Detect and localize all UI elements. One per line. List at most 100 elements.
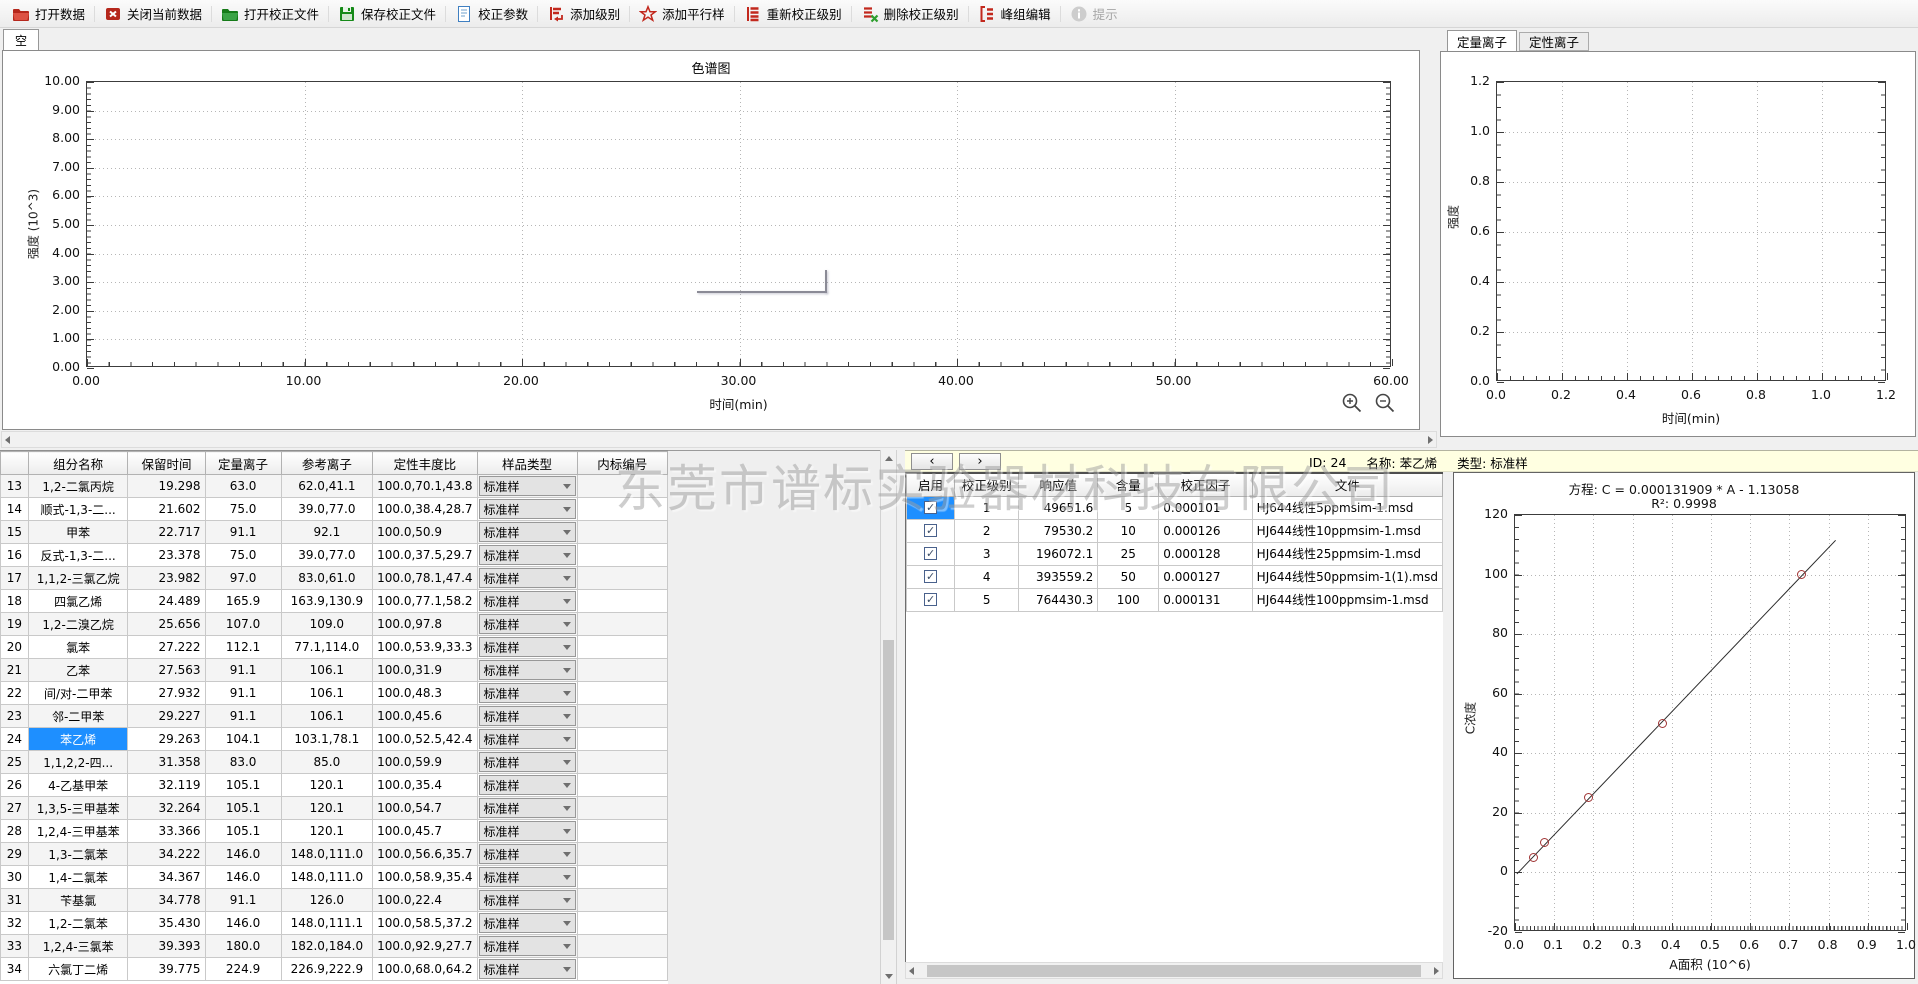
cell-row-number[interactable]: 19 bbox=[1, 613, 29, 636]
cell-amount[interactable]: 100 bbox=[1098, 588, 1159, 611]
cell-retention-time[interactable]: 29.263 bbox=[128, 728, 205, 751]
cell-component-name[interactable]: 四氯乙烯 bbox=[28, 590, 128, 613]
cell-component-name[interactable]: 1,2,4-三甲基苯 bbox=[28, 820, 128, 843]
cell-quant-ion[interactable]: 146.0 bbox=[205, 912, 281, 935]
scrollbar-thumb[interactable] bbox=[927, 965, 1421, 977]
cell-reference-ions[interactable]: 106.1 bbox=[281, 705, 373, 728]
cell-response[interactable]: 79530.2 bbox=[1019, 519, 1098, 542]
cell-factor[interactable]: 0.000127 bbox=[1159, 565, 1252, 588]
sample-type-select[interactable]: 标准样 bbox=[479, 683, 576, 703]
level-enabled-checkbox[interactable]: ✓ bbox=[924, 524, 937, 537]
cell-retention-time[interactable]: 27.563 bbox=[128, 659, 205, 682]
cell-level[interactable]: 2 bbox=[955, 519, 1019, 542]
cell-reference-ions[interactable]: 148.0,111.1 bbox=[281, 912, 373, 935]
sample-type-select[interactable]: 标准样 bbox=[479, 522, 576, 542]
calibration-point-2[interactable] bbox=[1540, 838, 1549, 847]
cell-component-name[interactable]: 1,1,2-三氯乙烷 bbox=[28, 567, 128, 590]
cell-abundance-ratio[interactable]: 100.0,35.4 bbox=[373, 774, 477, 797]
cell-file[interactable]: HJ644线性100ppmsim-1.msd bbox=[1252, 588, 1442, 611]
cell-retention-time[interactable]: 29.227 bbox=[128, 705, 205, 728]
cell-component-name[interactable]: 邻-二甲苯 bbox=[28, 705, 128, 728]
sample-type-select[interactable]: 标准样 bbox=[479, 959, 576, 979]
cell-file[interactable]: HJ644线性50ppmsim-1(1).msd bbox=[1252, 565, 1442, 588]
cell-reference-ions[interactable]: 103.1,78.1 bbox=[281, 728, 373, 751]
cell-level[interactable]: 3 bbox=[955, 542, 1019, 565]
calibration-plot[interactable] bbox=[1514, 514, 1906, 931]
cell-row-number[interactable]: 15 bbox=[1, 521, 29, 544]
cell-internal-standard[interactable] bbox=[577, 958, 668, 981]
cell-component-name[interactable]: 1,2-二氯苯 bbox=[28, 912, 128, 935]
cell-row-number[interactable]: 25 bbox=[1, 751, 29, 774]
cell-factor[interactable]: 0.000128 bbox=[1159, 542, 1252, 565]
calibration-point-1[interactable] bbox=[1529, 853, 1538, 862]
cell-abundance-ratio[interactable]: 100.0,68.0,64.2 bbox=[373, 958, 477, 981]
cell-row-number[interactable]: 31 bbox=[1, 889, 29, 912]
cell-reference-ions[interactable]: 120.1 bbox=[281, 774, 373, 797]
cell-abundance-ratio[interactable]: 100.0,45.6 bbox=[373, 705, 477, 728]
cell-internal-standard[interactable] bbox=[577, 521, 668, 544]
toolbar-button-添加级别[interactable]: 添加级别 bbox=[539, 2, 628, 26]
cell-abundance-ratio[interactable]: 100.0,48.3 bbox=[373, 682, 477, 705]
scroll-left-icon[interactable] bbox=[5, 436, 10, 444]
cell-abundance-ratio[interactable]: 100.0,97.8 bbox=[373, 613, 477, 636]
cell-component-name[interactable]: 1,3-二氯苯 bbox=[28, 843, 128, 866]
chromatogram-plot[interactable] bbox=[86, 81, 1391, 367]
cell-quant-ion[interactable]: 91.1 bbox=[205, 659, 281, 682]
tab-quantitative-ion[interactable]: 定量离子 bbox=[1447, 30, 1517, 51]
cell-internal-standard[interactable] bbox=[577, 544, 668, 567]
scroll-right-icon[interactable] bbox=[1434, 967, 1439, 975]
cell-file[interactable]: HJ644线性5ppmsim-1.msd bbox=[1252, 496, 1442, 519]
cell-reference-ions[interactable]: 163.9,130.9 bbox=[281, 590, 373, 613]
cell-abundance-ratio[interactable]: 100.0,22.4 bbox=[373, 889, 477, 912]
cell-internal-standard[interactable] bbox=[577, 797, 668, 820]
cell-row-number[interactable]: 14 bbox=[1, 498, 29, 521]
cell-abundance-ratio[interactable]: 100.0,77.1,58.2 bbox=[373, 590, 477, 613]
cell-row-number[interactable]: 20 bbox=[1, 636, 29, 659]
sample-type-select[interactable]: 标准样 bbox=[479, 499, 576, 519]
cell-quant-ion[interactable]: 105.1 bbox=[205, 774, 281, 797]
cell-component-name[interactable]: 1,2-二溴乙烷 bbox=[28, 613, 128, 636]
cell-factor[interactable]: 0.000131 bbox=[1159, 588, 1252, 611]
sample-type-select[interactable]: 标准样 bbox=[479, 821, 576, 841]
calibration-point-4[interactable] bbox=[1658, 719, 1667, 728]
scroll-up-icon[interactable] bbox=[885, 456, 893, 461]
cell-abundance-ratio[interactable]: 100.0,31.9 bbox=[373, 659, 477, 682]
cell-internal-standard[interactable] bbox=[577, 705, 668, 728]
cell-component-name[interactable]: 1,3,5-三甲基苯 bbox=[28, 797, 128, 820]
cell-reference-ions[interactable]: 182.0,184.0 bbox=[281, 935, 373, 958]
prev-level-button[interactable]: ‹ bbox=[911, 453, 953, 470]
cell-row-number[interactable]: 24 bbox=[1, 728, 29, 751]
cell-internal-standard[interactable] bbox=[577, 843, 668, 866]
sample-type-select[interactable]: 标准样 bbox=[479, 545, 576, 565]
cell-quant-ion[interactable]: 75.0 bbox=[205, 498, 281, 521]
cell-row-number[interactable]: 16 bbox=[1, 544, 29, 567]
cell-quant-ion[interactable]: 105.1 bbox=[205, 797, 281, 820]
cell-reference-ions[interactable]: 39.0,77.0 bbox=[281, 498, 373, 521]
cell-reference-ions[interactable]: 106.1 bbox=[281, 659, 373, 682]
scroll-left-icon[interactable] bbox=[909, 967, 914, 975]
cell-reference-ions[interactable]: 109.0 bbox=[281, 613, 373, 636]
cell-internal-standard[interactable] bbox=[577, 774, 668, 797]
cell-reference-ions[interactable]: 148.0,111.0 bbox=[281, 843, 373, 866]
cell-level[interactable]: 5 bbox=[955, 588, 1019, 611]
cell-abundance-ratio[interactable]: 100.0,78.1,47.4 bbox=[373, 567, 477, 590]
cell-reference-ions[interactable]: 39.0,77.0 bbox=[281, 544, 373, 567]
level-enabled-checkbox[interactable]: ✓ bbox=[924, 570, 937, 583]
component-table-vertical-scrollbar[interactable] bbox=[880, 450, 897, 984]
cell-internal-standard[interactable] bbox=[577, 475, 668, 498]
cell-internal-standard[interactable] bbox=[577, 682, 668, 705]
sample-type-select[interactable]: 标准样 bbox=[479, 660, 576, 680]
cell-reference-ions[interactable]: 226.9,222.9 bbox=[281, 958, 373, 981]
cell-row-number[interactable]: 30 bbox=[1, 866, 29, 889]
cell-quant-ion[interactable]: 91.1 bbox=[205, 889, 281, 912]
cell-abundance-ratio[interactable]: 100.0,37.5,29.7 bbox=[373, 544, 477, 567]
toolbar-button-关闭当前数据[interactable]: 关闭当前数据 bbox=[96, 2, 210, 26]
cell-retention-time[interactable]: 23.982 bbox=[128, 567, 205, 590]
sample-type-select[interactable]: 标准样 bbox=[479, 729, 576, 749]
cell-quant-ion[interactable]: 83.0 bbox=[205, 751, 281, 774]
sample-type-select[interactable]: 标准样 bbox=[479, 614, 576, 634]
cell-row-number[interactable]: 29 bbox=[1, 843, 29, 866]
cell-row-number[interactable]: 34 bbox=[1, 958, 29, 981]
sample-type-select[interactable]: 标准样 bbox=[479, 637, 576, 657]
level-enabled-checkbox[interactable]: ✓ bbox=[924, 593, 937, 606]
